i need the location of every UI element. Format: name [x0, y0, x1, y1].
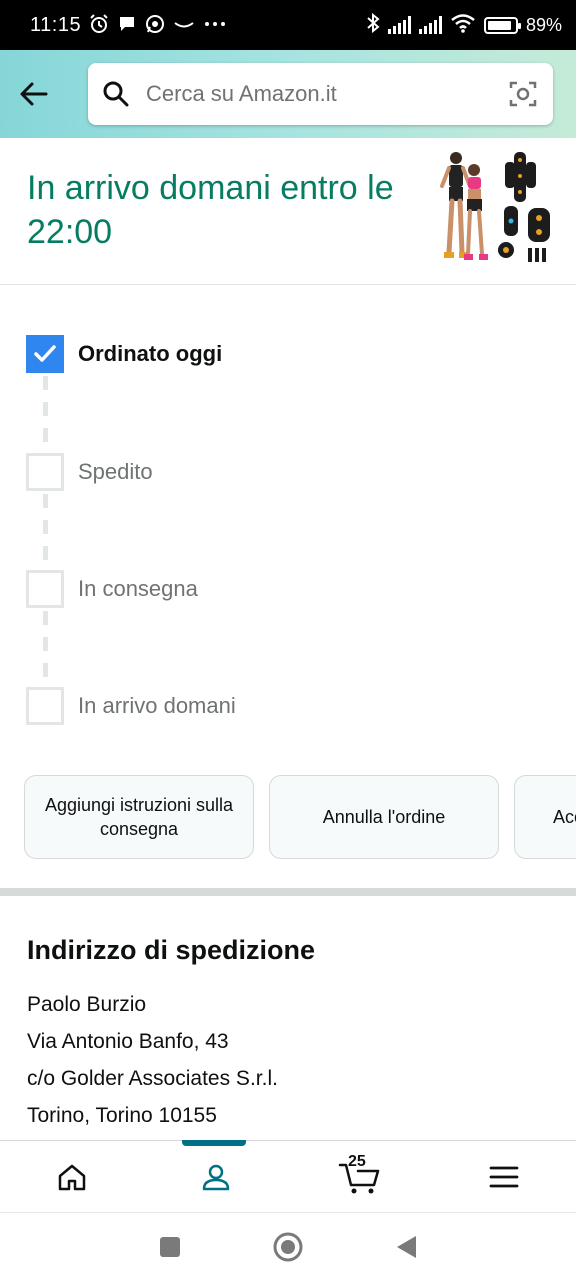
amazon-smile-icon [173, 14, 195, 37]
section-divider [0, 888, 576, 896]
shipping-address: Indirizzo di spedizione Paolo Burzio Via… [27, 930, 547, 1134]
whatsapp-icon [145, 14, 165, 37]
checkmark-icon [34, 345, 56, 362]
user-icon [202, 1164, 230, 1190]
back-button[interactable] [14, 74, 54, 114]
tracker-connector [43, 611, 48, 689]
tracker-step-ordered: Ordinato oggi [26, 335, 222, 373]
bluetooth-icon [366, 12, 380, 38]
tracker-step-shipped: Spedito [26, 453, 153, 491]
more-action-button[interactable]: Acc [514, 775, 576, 859]
step-label: In consegna [78, 576, 198, 601]
wifi-icon [450, 13, 476, 38]
address-line: Paolo Burzio [27, 993, 147, 1016]
address-line: c/o Golder Associates S.r.l. [27, 1067, 278, 1090]
delivery-title: In arrivo domani entro le 22:00 [27, 169, 394, 251]
bottom-nav: 25 [0, 1140, 576, 1212]
step-label: Ordinato oggi [78, 341, 223, 366]
step-label: Spedito [78, 459, 153, 484]
status-bar: 11:15 89% [0, 0, 576, 50]
signal-icon [387, 16, 411, 34]
order-tracker: Ordinato oggi Spedito In consegna In arr… [0, 300, 576, 750]
search-input[interactable]: Cerca su Amazon.it [88, 63, 553, 125]
more-dots-icon [203, 14, 227, 37]
battery-percent: 89% [525, 14, 562, 35]
chat-bubble-icon [117, 14, 137, 37]
tracker-step-arriving: In arrivo domani [26, 687, 236, 725]
order-actions: Aggiungi istruzioni sulla consegna Annul… [0, 775, 576, 861]
home-icon [58, 1164, 86, 1190]
alarm-icon [89, 13, 109, 37]
address-line: Via Antonio Banfo, 43 [27, 1030, 229, 1053]
checkbox-empty [26, 687, 64, 725]
active-tab-indicator [182, 1140, 246, 1146]
battery-icon [483, 16, 521, 34]
back-arrow-icon [20, 82, 48, 106]
address-line: Torino, Torino 10155 [27, 1104, 217, 1127]
nav-cart[interactable]: 25 [288, 1141, 432, 1212]
hamburger-menu-icon [489, 1166, 519, 1187]
nav-menu[interactable] [432, 1141, 576, 1212]
shipping-address-title: Indirizzo di spedizione [27, 935, 316, 965]
system-navigation [0, 1212, 576, 1280]
home-circle-icon[interactable] [272, 1231, 304, 1263]
checkbox-empty [26, 453, 64, 491]
recents-square-icon[interactable] [158, 1235, 182, 1259]
nav-account[interactable] [144, 1140, 288, 1212]
tracker-connector [43, 494, 48, 572]
app-header: Cerca su Amazon.it [0, 50, 576, 138]
step-label: In arrivo domani [78, 693, 236, 718]
notification-icons [89, 13, 227, 37]
add-delivery-instructions-button[interactable]: Aggiungi istruzioni sulla consegna [24, 775, 254, 859]
battery-level [487, 20, 512, 30]
status-time: 11:15 [30, 13, 82, 36]
search-placeholder: Cerca su Amazon.it [146, 81, 337, 106]
checkbox-empty [26, 570, 64, 608]
status-right: 89% [366, 12, 562, 38]
camera-icon[interactable] [507, 78, 539, 110]
nav-home[interactable] [0, 1141, 144, 1212]
checkbox-checked [26, 335, 64, 373]
product-image[interactable] [432, 148, 554, 270]
search-icon [102, 78, 134, 110]
cancel-order-button[interactable]: Annulla l'ordine [269, 775, 499, 859]
tracker-connector [43, 376, 48, 454]
tracker-step-in-delivery: In consegna [26, 570, 198, 608]
cart-count: 25 [348, 1153, 366, 1170]
delivery-summary: In arrivo domani entro le 22:00 [0, 138, 576, 285]
signal-icon [418, 16, 442, 34]
back-triangle-icon[interactable] [394, 1234, 418, 1260]
